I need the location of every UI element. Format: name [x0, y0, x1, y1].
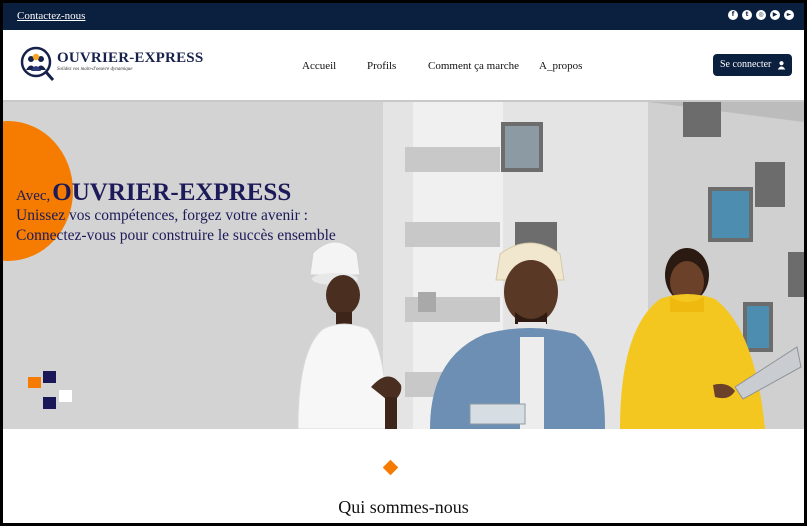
decorative-square: [59, 390, 72, 402]
login-button[interactable]: Se connecter: [713, 54, 792, 76]
brand-name[interactable]: OUVRIER-EXPRESS: [57, 50, 203, 67]
social-links: f t ◎ ▶ ►: [728, 10, 794, 20]
login-label: Se connecter: [720, 59, 772, 70]
worker-laptop-image: [620, 248, 802, 429]
hero-brand: OUVRIER-EXPRESS: [52, 179, 292, 206]
decorative-square: [43, 397, 56, 409]
hero-heading: Avec,OUVRIER-EXPRESS: [16, 179, 291, 207]
brand-tagline: Solidez vos main-d'oeuvre dynamique: [57, 67, 133, 72]
youtube-icon[interactable]: ▶: [770, 10, 780, 20]
facebook-icon[interactable]: f: [728, 10, 738, 20]
top-bar: Contactez-nous f t ◎ ▶ ►: [3, 3, 804, 30]
decorative-square: [43, 371, 56, 383]
diamond-icon: [382, 459, 399, 476]
contact-link[interactable]: Contactez-nous: [17, 10, 85, 22]
twitter-icon[interactable]: t: [742, 10, 752, 20]
user-icon: [777, 61, 786, 70]
nav-accueil[interactable]: Accueil: [302, 60, 336, 72]
decorative-square: [28, 377, 41, 388]
play-icon[interactable]: ►: [784, 10, 794, 20]
hero-slogan: Unissez vos compétences, forgez votre av…: [16, 207, 336, 244]
nav-a-propos[interactable]: A_propos: [539, 60, 582, 72]
nav-profils[interactable]: Profils: [367, 60, 396, 72]
worker-center-image: [430, 242, 605, 429]
logo-icon[interactable]: [19, 46, 55, 82]
site-header: OUVRIER-EXPRESS Solidez vos main-d'oeuvr…: [3, 30, 804, 102]
hero-section: Avec,OUVRIER-EXPRESS Unissez vos compéte…: [3, 102, 804, 429]
worker-thumbs-up-image: [297, 241, 402, 429]
nav-comment-ca-marche[interactable]: Comment ça marche: [428, 60, 519, 72]
hero-avec-text: Avec,: [16, 188, 51, 204]
section-title: Qui sommes-nous: [338, 497, 469, 517]
page: Contactez-nous f t ◎ ▶ ► OUVRIER-EXPRESS…: [3, 3, 804, 523]
instagram-icon[interactable]: ◎: [756, 10, 766, 20]
